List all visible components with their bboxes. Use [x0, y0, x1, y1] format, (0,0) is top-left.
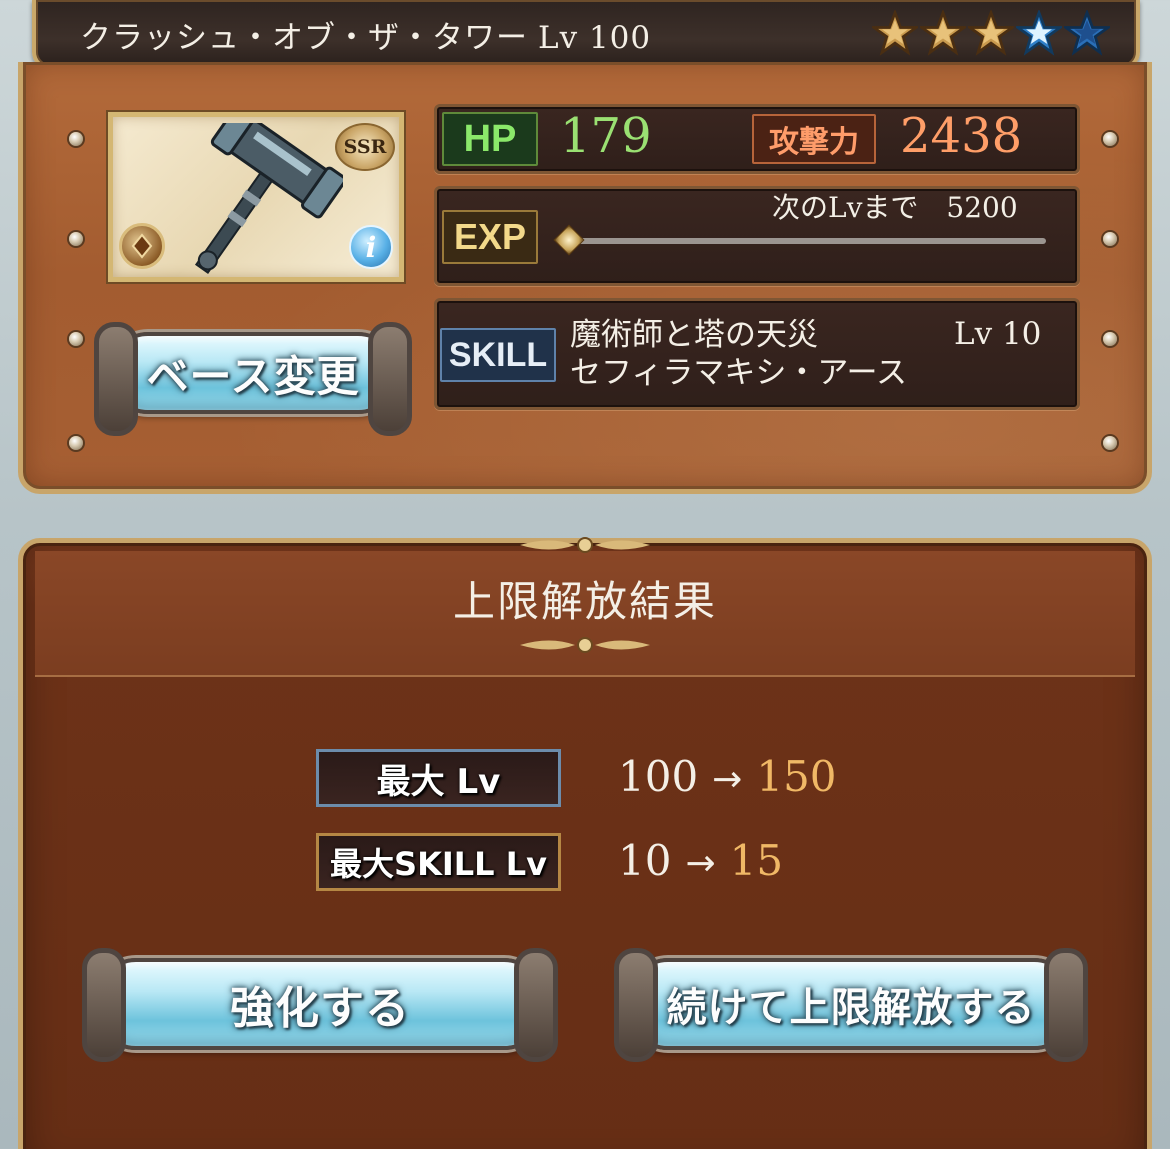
uncap-result-panel	[18, 538, 1152, 1149]
weapon-name: クラッシュ・オブ・ザ・タワー Lv 100	[80, 12, 651, 57]
atk-label: 攻撃力	[752, 114, 876, 164]
info-icon[interactable]: i	[349, 225, 393, 269]
star-gold-icon	[968, 10, 1014, 56]
uncap-result-title: 上限解放結果	[452, 577, 717, 626]
exp-progress-bar	[568, 238, 1046, 244]
continue-uncap-button[interactable]: 続けて上限解放する	[614, 948, 1088, 1062]
ornament-top-icon	[520, 537, 650, 553]
weapon-card[interactable]: SSR i	[108, 112, 404, 282]
exp-next-level: 次のLvまで 5200	[772, 191, 1018, 224]
max-skill-level-from: 10	[618, 836, 672, 885]
weapon-name-text: クラッシュ・オブ・ザ・タワー	[80, 20, 528, 56]
rivet	[1103, 132, 1117, 146]
skill-name: 魔術師と塔の天災 セフィラマキシ・アース	[570, 316, 907, 392]
exp-label: EXP	[442, 210, 538, 264]
arrow-right-icon: →	[712, 759, 743, 800]
earth-element-icon	[119, 223, 165, 269]
rivet	[69, 232, 83, 246]
rivet	[1103, 436, 1117, 450]
weapon-level: Lv 100	[538, 20, 652, 56]
uncap-stars	[872, 10, 1110, 56]
skill-level: Lv 10	[954, 316, 1042, 352]
max-level-to: 150	[756, 752, 837, 801]
star-blue-bright-icon	[1016, 10, 1062, 56]
hammer-weapon-icon	[194, 123, 343, 274]
rivet	[69, 132, 83, 146]
star-gold-icon	[872, 10, 918, 56]
enhance-button[interactable]: 強化する	[82, 948, 558, 1062]
skill-label: SKILL	[440, 328, 556, 382]
star-blue-icon	[1064, 10, 1110, 56]
skill-name-line2: セフィラマキシ・アース	[570, 355, 907, 391]
change-base-button[interactable]: ベース変更	[94, 322, 412, 436]
max-skill-level-change: 10 → 15	[618, 836, 783, 885]
max-skill-level-to: 15	[729, 836, 784, 885]
max-skill-level-label: 最大SKILL Lv	[316, 833, 561, 891]
rivet	[69, 332, 83, 346]
rivet	[69, 436, 83, 450]
max-level-change: 100 → 150	[618, 752, 837, 801]
weapon-title-bar: クラッシュ・オブ・ザ・タワー Lv 100	[32, 0, 1140, 70]
max-level-from: 100	[618, 752, 699, 801]
atk-value: 2438	[900, 108, 1023, 164]
hp-label: HP	[442, 112, 538, 166]
rivet	[1103, 332, 1117, 346]
arrow-right-icon: →	[685, 843, 716, 884]
hp-value: 179	[560, 108, 652, 164]
ornament-bottom-icon	[520, 637, 650, 653]
skill-name-line1: 魔術師と塔の天災	[570, 317, 818, 353]
star-gold-icon	[920, 10, 966, 56]
rivet	[1103, 232, 1117, 246]
max-level-label: 最大 Lv	[316, 749, 561, 807]
rarity-badge: SSR	[335, 123, 395, 171]
